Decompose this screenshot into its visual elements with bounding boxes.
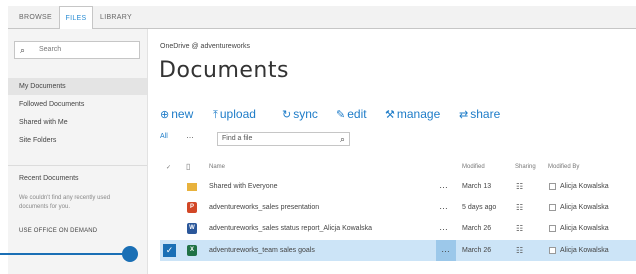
shared-icon: ☷ (516, 224, 524, 233)
nav-followed-documents[interactable]: Followed Documents (8, 96, 147, 113)
upload-icon: ⤒ (213, 109, 218, 121)
modified-by[interactable]: Alicja Kowalska (560, 218, 609, 239)
breadcrumb[interactable]: OneDrive @ adventureworks (160, 43, 250, 50)
search-icon: ⌕ (339, 134, 345, 144)
modified-date: March 13 (462, 183, 492, 190)
powerpoint-file-icon: P (187, 202, 197, 213)
search-placeholder: Search (39, 46, 62, 53)
new-icon: ⊕ (160, 109, 170, 121)
modified-date: March 26 (462, 247, 492, 254)
table-row-selected[interactable]: ✓ X adventureworks_team sales goals … Ma… (160, 240, 636, 261)
ribbon-tab-library[interactable]: LIBRARY (100, 6, 132, 29)
table-row[interactable]: W adventureworks_sales status report_Ali… (160, 218, 636, 239)
nav-site-folders[interactable]: Site Folders (8, 132, 147, 149)
new-button[interactable]: ⊕ new (160, 107, 193, 121)
sync-icon: ↻ (282, 109, 292, 121)
excel-file-icon: X (187, 245, 197, 256)
search-box[interactable]: ⌕ Search (14, 41, 140, 59)
share-button[interactable]: ⇄ share (459, 107, 500, 121)
column-check[interactable]: ✓ (166, 164, 171, 171)
upload-label: upload (219, 107, 256, 121)
folder-icon (187, 183, 197, 191)
ribbon-tab-browse[interactable]: BROWSE (19, 6, 52, 29)
nav-shared-with-me[interactable]: Shared with Me (8, 114, 147, 131)
file-name[interactable]: adventureworks_sales presentation (209, 197, 319, 218)
share-label: share (470, 107, 501, 121)
left-navigation: ⌕ Search My Documents Followed Documents… (8, 29, 148, 274)
column-modified[interactable]: Modified (462, 164, 485, 170)
presence-icon (549, 204, 556, 211)
ribbon: BROWSE FILES LIBRARY (8, 6, 636, 30)
shared-icon: ☷ (516, 203, 524, 212)
column-type: ▯ (186, 162, 191, 171)
file-name[interactable]: Shared with Everyone (209, 176, 277, 197)
view-more-button[interactable]: … (186, 131, 195, 140)
modified-by[interactable]: Alicja Kowalska (560, 197, 609, 218)
column-modified-by[interactable]: Modified By (548, 164, 579, 170)
file-name[interactable]: adventureworks_sales status report_Alicj… (209, 218, 372, 239)
recent-documents-note: We couldn't find any recently used docum… (19, 195, 111, 210)
word-file-icon: W (187, 223, 197, 234)
modified-by[interactable]: Alicja Kowalska (560, 176, 609, 197)
share-icon: ⇄ (459, 109, 469, 121)
row-menu-button[interactable]: … (439, 218, 449, 239)
edit-icon: ✎ (336, 109, 346, 121)
upload-button[interactable]: ⤒ upload (213, 107, 256, 122)
file-name[interactable]: adventureworks_team sales goals (209, 240, 315, 261)
find-file-placeholder: Find a file (222, 135, 253, 142)
row-menu-button[interactable]: … (439, 197, 449, 218)
search-icon: ⌕ (20, 45, 26, 55)
column-name[interactable]: Name (209, 164, 225, 170)
ribbon-tab-files[interactable]: FILES (59, 6, 93, 30)
office-on-demand-link[interactable]: USE OFFICE ON DEMAND (19, 228, 97, 234)
shared-icon: ☷ (516, 246, 524, 255)
table-row[interactable]: Shared with Everyone … March 13 ☷ Alicja… (160, 176, 636, 197)
row-menu-button[interactable]: … (436, 240, 456, 261)
callout-dot (122, 246, 138, 262)
nav-my-documents[interactable]: My Documents (8, 78, 147, 95)
view-all[interactable]: All (160, 133, 168, 140)
row-menu-button[interactable]: … (439, 176, 449, 197)
modified-by[interactable]: Alicja Kowalska (560, 240, 609, 261)
row-checkbox-checked[interactable]: ✓ (163, 244, 176, 257)
recent-documents-heading: Recent Documents (19, 175, 79, 182)
nav-divider (8, 165, 147, 166)
manage-button[interactable]: ⚒ manage (385, 107, 440, 121)
edit-button[interactable]: ✎ edit (336, 107, 367, 121)
page-title: Documents (159, 58, 289, 83)
presence-icon (549, 183, 556, 190)
edit-label: edit (347, 107, 367, 121)
table-row[interactable]: P adventureworks_sales presentation … 5 … (160, 197, 636, 218)
sync-button[interactable]: ↻ sync (282, 107, 318, 121)
manage-label: manage (396, 107, 441, 121)
callout-line (0, 253, 131, 255)
modified-date: March 26 (462, 225, 492, 232)
presence-icon (549, 247, 556, 254)
find-file-input[interactable]: Find a file ⌕ (217, 132, 350, 146)
new-label: new (171, 107, 194, 121)
shared-icon: ☷ (516, 182, 524, 191)
presence-icon (549, 225, 556, 232)
manage-icon: ⚒ (385, 109, 395, 121)
column-sharing[interactable]: Sharing (515, 164, 536, 170)
sync-label: sync (293, 107, 318, 121)
modified-date: 5 days ago (462, 204, 497, 211)
